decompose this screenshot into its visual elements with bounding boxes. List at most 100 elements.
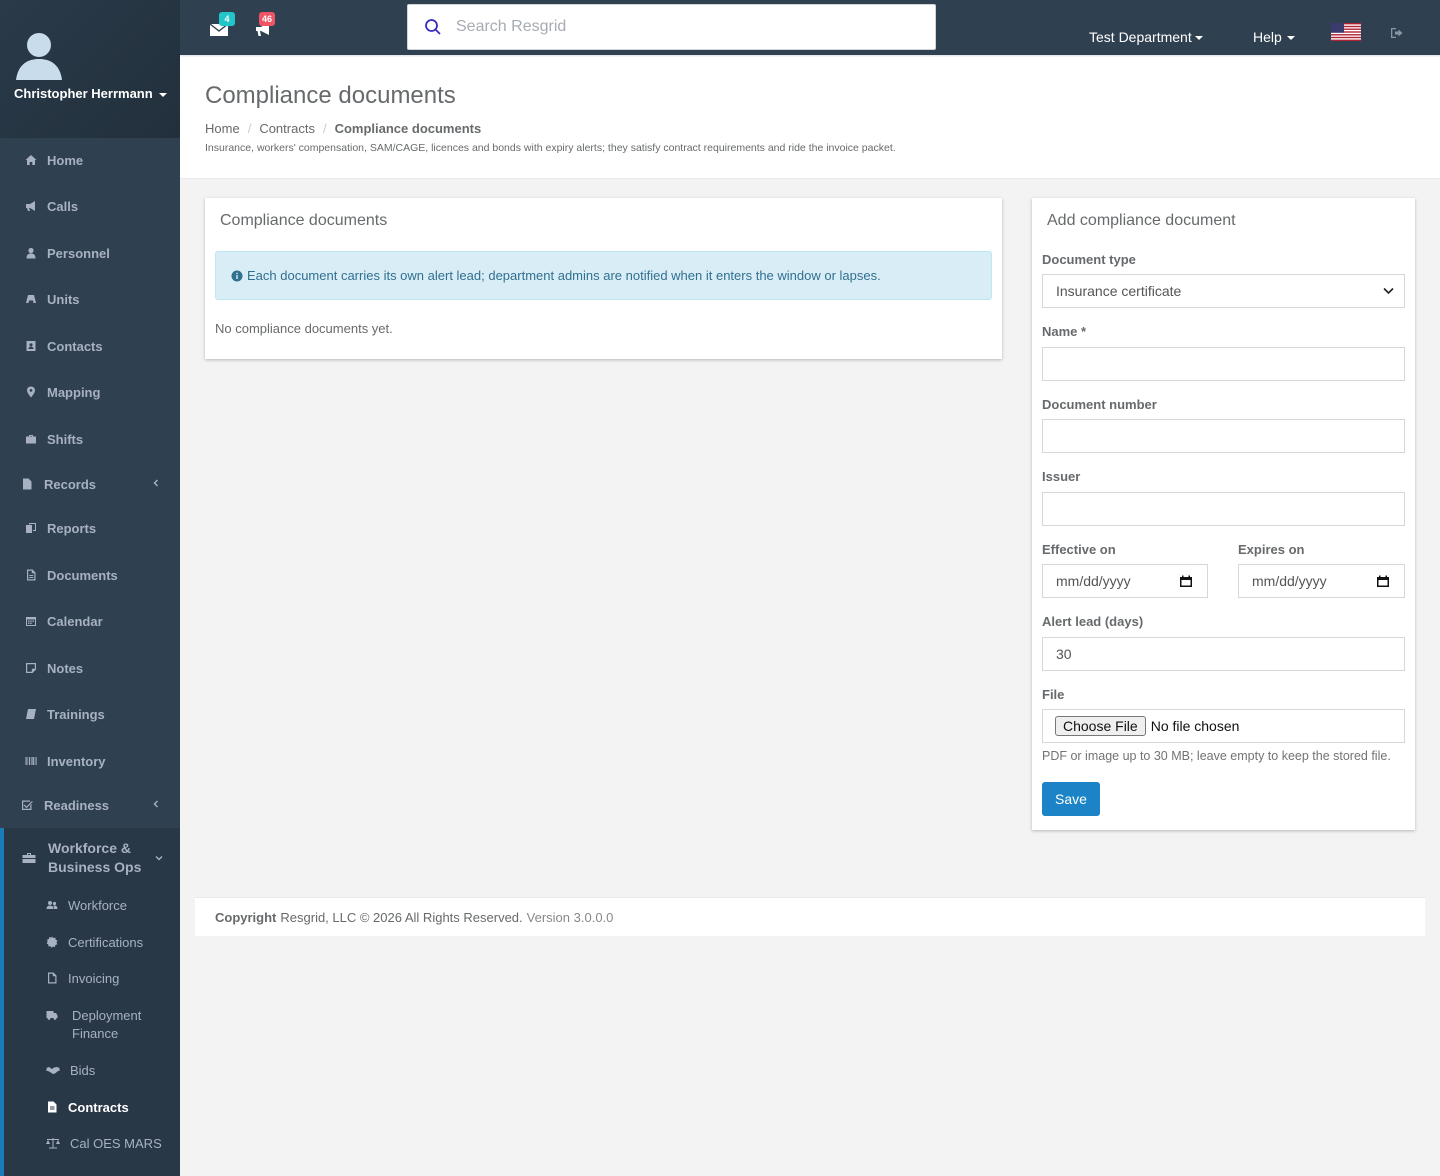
effective-on-label: Effective on — [1042, 542, 1116, 557]
no-file-text: No file chosen — [1150, 718, 1240, 734]
certificate-icon — [46, 935, 68, 950]
truck-icon — [46, 1007, 72, 1025]
sticky-note-icon — [24, 661, 38, 675]
sidebar-item-home[interactable]: Home — [0, 140, 180, 180]
effective-on-input[interactable]: mm/dd/yyyy — [1042, 564, 1208, 598]
effective-on-value: mm/dd/yyyy — [1056, 573, 1131, 589]
document-number-label: Document number — [1042, 397, 1157, 412]
sidebar: Christopher Herrmann Home Calls Personne… — [0, 0, 180, 1176]
breadcrumb-contracts[interactable]: Contracts — [259, 121, 315, 136]
briefcase-icon — [24, 432, 38, 446]
sidebar-subitem-label: Bids — [70, 1063, 96, 1078]
sign-out-icon[interactable] — [1390, 27, 1403, 39]
report-icon — [24, 521, 38, 535]
calendar-icon[interactable] — [1179, 575, 1193, 588]
expires-on-label: Expires on — [1238, 542, 1305, 557]
user-menu-toggle[interactable]: Christopher Herrmann — [14, 86, 167, 101]
sidebar-subitem-label: Deployment Finance — [72, 1008, 142, 1041]
name-input[interactable] — [1042, 347, 1405, 381]
sidebar-item-label: Contacts — [47, 338, 103, 354]
sidebar-item-label: Reports — [47, 520, 97, 536]
address-book-icon — [24, 339, 38, 353]
page-subtitle: Insurance, workers' compensation, SAM/CA… — [205, 142, 896, 154]
sidebar-subitem-certifications[interactable]: Certifications — [46, 934, 176, 952]
sidebar-item-calendar[interactable]: Calendar — [0, 601, 180, 641]
choose-file-button[interactable]: Choose File — [1055, 716, 1146, 736]
sidebar-subitem-label: Contracts — [68, 1100, 129, 1115]
chevron-left-icon — [153, 479, 158, 487]
user-icon — [24, 246, 38, 260]
document-number-input[interactable] — [1042, 419, 1405, 453]
avatar[interactable] — [16, 30, 62, 82]
sidebar-item-contacts[interactable]: Contacts — [0, 326, 180, 366]
sidebar-item-label: Calls — [47, 198, 79, 214]
sidebar-item-calls[interactable]: Calls — [0, 186, 180, 226]
sidebar-subitem-bids[interactable]: Bids — [46, 1062, 176, 1080]
sidebar-subitem-invoicing[interactable]: Invoicing — [46, 970, 176, 988]
sidebar-subitem-cal-oes-mars[interactable]: Cal OES MARS — [46, 1135, 176, 1153]
sidebar-item-readiness[interactable]: Readiness — [0, 785, 180, 825]
sidebar-item-personnel[interactable]: Personnel — [0, 233, 180, 273]
info-alert: Each document carries its own alert lead… — [215, 251, 992, 300]
footer-copyright-label: Copyright — [215, 909, 277, 925]
calls-count-badge: 46 — [259, 12, 276, 26]
bullhorn-icon — [24, 199, 38, 213]
breadcrumb-home[interactable]: Home — [205, 121, 240, 136]
sidebar-item-label: Inventory — [47, 753, 106, 769]
form-panel-title: Add compliance document — [1047, 212, 1236, 229]
help-label: Help — [1253, 29, 1282, 45]
department-name: Test Department — [1089, 29, 1192, 45]
info-circle-icon — [231, 270, 243, 281]
sidebar-item-shifts[interactable]: Shifts — [0, 419, 180, 459]
sidebar-item-mapping[interactable]: Mapping — [0, 372, 180, 412]
sidebar-item-inventory[interactable]: Inventory — [0, 741, 180, 781]
sidebar-item-records[interactable]: Records — [0, 464, 180, 504]
sidebar-item-label: Readiness — [44, 797, 110, 813]
sidebar-subitem-label: Invoicing — [68, 971, 120, 986]
calendar-icon[interactable] — [1376, 575, 1390, 588]
sidebar-item-reports[interactable]: Reports — [0, 508, 180, 548]
map-marker-icon — [24, 385, 38, 399]
sidebar-item-label: Personnel — [47, 245, 110, 261]
sidebar-subitem-contracts[interactable]: Contracts — [46, 1099, 176, 1117]
department-menu[interactable]: Test Department — [1089, 29, 1203, 45]
save-button[interactable]: Save — [1042, 782, 1100, 816]
sidebar-item-units[interactable]: Units — [0, 279, 180, 319]
sidebar-item-documents[interactable]: Documents — [0, 555, 180, 595]
sidebar-group-header[interactable]: Workforce & Business Ops — [4, 838, 180, 882]
expires-on-input[interactable]: mm/dd/yyyy — [1238, 564, 1405, 598]
file-label: File — [1042, 687, 1065, 702]
truck-icon — [24, 292, 38, 306]
document-type-label: Document type — [1042, 252, 1136, 267]
document-type-select[interactable]: Insurance certificate — [1042, 274, 1405, 308]
page-header: Compliance documents Home / Contracts / Comp… — [180, 57, 1440, 179]
issuer-input[interactable] — [1042, 492, 1405, 526]
sidebar-item-notes[interactable]: Notes — [0, 648, 180, 688]
breadcrumb: Home / Contracts / Compliance documents — [205, 121, 482, 136]
profile-header: Christopher Herrmann — [0, 0, 180, 138]
document-icon — [24, 568, 38, 582]
caret-down-icon — [158, 92, 167, 97]
info-alert-text: Each document carries its own alert lead… — [247, 268, 881, 283]
home-icon — [24, 153, 38, 167]
barcode-icon — [24, 754, 38, 768]
sidebar-item-label: Documents — [47, 567, 118, 583]
sidebar-group-label-line2: Business Ops — [48, 859, 142, 875]
us-flag-icon[interactable] — [1331, 23, 1361, 41]
caret-down-icon — [1286, 36, 1295, 41]
alert-lead-input[interactable]: 30 — [1042, 637, 1405, 671]
handshake-icon — [46, 1063, 70, 1078]
search-input[interactable] — [454, 17, 894, 37]
sidebar-subitem-deployment-finance[interactable]: Deployment Finance — [46, 1007, 172, 1043]
issuer-label: Issuer — [1042, 469, 1081, 484]
sidebar-subitem-workforce[interactable]: Workforce — [46, 897, 176, 915]
sidebar-item-label: Mapping — [47, 384, 101, 400]
user-name: Christopher Herrmann — [14, 86, 153, 101]
file-input[interactable]: Choose File No file chosen — [1042, 709, 1405, 743]
sidebar-item-trainings[interactable]: Trainings — [0, 694, 180, 734]
sidebar-item-label: Records — [44, 476, 97, 492]
search-box[interactable] — [407, 4, 936, 50]
list-panel-title: Compliance documents — [220, 212, 388, 229]
help-menu[interactable]: Help — [1253, 29, 1295, 45]
balance-scale-icon — [46, 1136, 70, 1151]
